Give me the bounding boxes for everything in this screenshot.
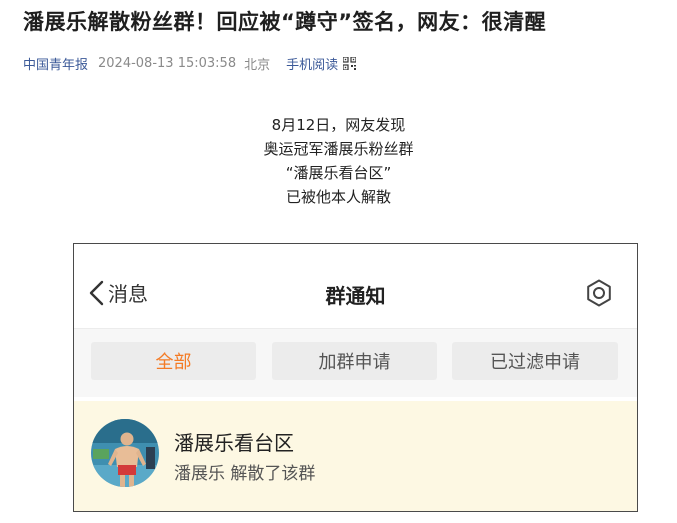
filter-tabs: 全部 加群申请 已过滤申请	[74, 329, 637, 397]
chevron-left-icon	[89, 280, 104, 305]
article-caption: 8月12日，网友发现 奥运冠军潘展乐粉丝群 “潘展乐看台区” 已被他本人解散	[0, 113, 677, 209]
gear-icon[interactable]	[584, 278, 614, 308]
mobile-read-link[interactable]: 手机阅读	[286, 54, 338, 73]
back-button[interactable]: 消息	[88, 278, 148, 307]
article-source-link[interactable]: 中国青年报	[23, 54, 88, 73]
article-meta: 中国青年报 2024-08-13 15:03:58 北京 手机阅读	[23, 54, 357, 73]
group-avatar	[91, 419, 159, 487]
tab-join-requests[interactable]: 加群申请	[272, 342, 437, 380]
article-datetime: 2024-08-13 15:03:58	[98, 56, 237, 71]
article-headline: 潘展乐解散粉丝群！回应被“蹲守”签名，网友：很清醒	[23, 10, 547, 34]
group-notice-item[interactable]: 潘展乐看台区 潘展乐 解散了该群	[74, 401, 637, 511]
caption-line: “潘展乐看台区”	[285, 164, 392, 182]
tab-filtered-requests[interactable]: 已过滤申请	[452, 342, 618, 380]
qr-code-icon[interactable]	[343, 57, 357, 70]
embedded-app-screenshot: 消息 群通知 全部 加群申请 已过滤申请 潘展乐看台区 潘展乐 解散了该群	[73, 243, 638, 512]
back-label: 消息	[108, 282, 148, 306]
notice-text: 潘展乐 解散了该群	[174, 464, 316, 484]
app-nav-bar: 消息 群通知	[74, 244, 637, 329]
article-location: 北京	[244, 58, 271, 73]
caption-line: 奥运冠军潘展乐粉丝群	[263, 140, 414, 158]
page-title: 群通知	[325, 284, 386, 308]
group-name: 潘展乐看台区	[174, 431, 294, 455]
tab-all[interactable]: 全部	[91, 342, 256, 380]
caption-line: 8月12日，网友发现	[271, 116, 406, 134]
caption-line: 已被他本人解散	[285, 188, 391, 206]
